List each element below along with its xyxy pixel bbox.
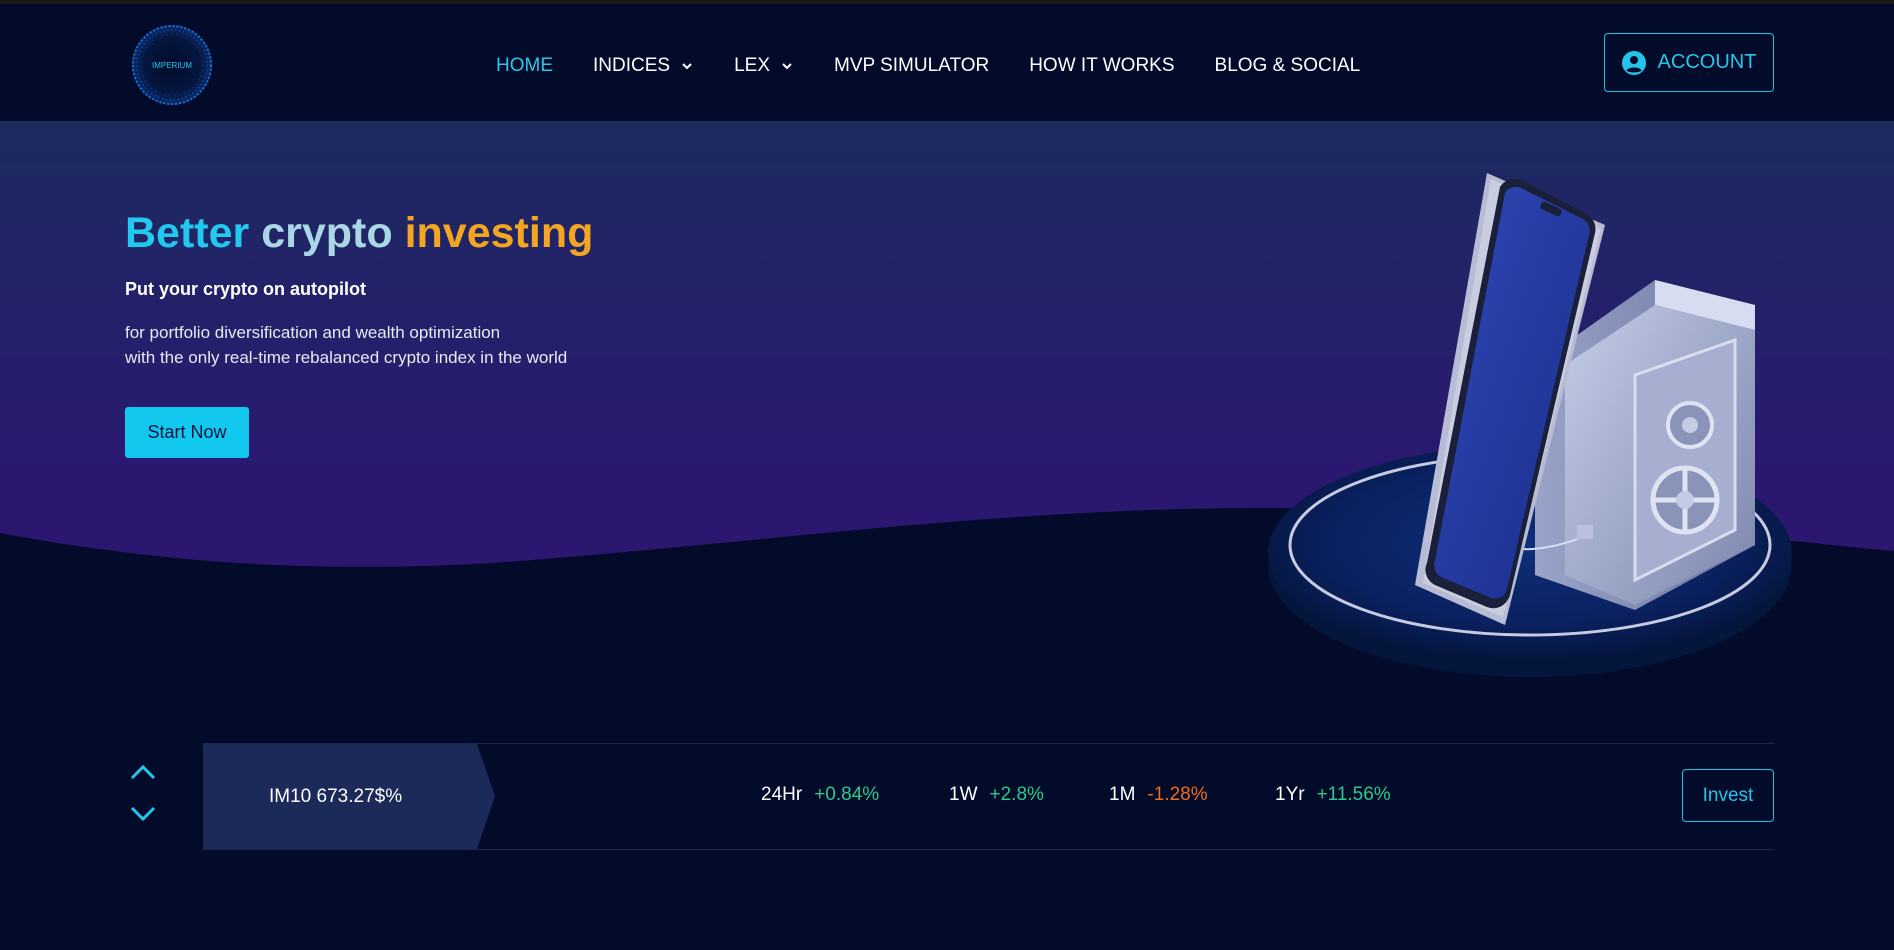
stat-1w: 1W +2.8%	[949, 784, 1044, 805]
svg-text:IMPERIUM: IMPERIUM	[152, 61, 192, 70]
arrow-up-icon[interactable]	[129, 762, 157, 782]
start-now-button[interactable]: Start Now	[125, 407, 249, 458]
index-ticker: IM10 673.27$% 24Hr +0.84% 1W +2.8% 1M -1.28…	[203, 743, 1774, 850]
chevron-down-icon	[682, 63, 692, 70]
nav-mvp-simulator[interactable]: MVP SIMULATOR	[834, 55, 989, 77]
hero-title: Better crypto investing	[125, 209, 594, 257]
ticker-index-name: IM10 673.27$%	[203, 744, 495, 849]
arrow-down-icon[interactable]	[129, 804, 157, 824]
main-nav: HOME INDICES LEX MVP SIMULATOR HOW IT WO…	[496, 46, 1400, 86]
account-button[interactable]: ACCOUNT	[1604, 33, 1774, 92]
site-header: IMPERIUM HOME INDICES LEX MVP SIMULATOR …	[0, 4, 1894, 121]
user-circle-icon	[1621, 50, 1646, 75]
invest-button[interactable]: Invest	[1682, 769, 1774, 822]
nav-indices[interactable]: INDICES	[593, 55, 694, 77]
nav-home[interactable]: HOME	[496, 55, 553, 77]
nav-how-it-works[interactable]: HOW IT WORKS	[1029, 55, 1174, 77]
logo[interactable]: IMPERIUM	[129, 22, 215, 108]
hero-subtitle: Put your crypto on autopilot	[125, 279, 366, 299]
stat-1m: 1M -1.28%	[1109, 784, 1208, 805]
nav-blog-social[interactable]: BLOG & SOCIAL	[1215, 55, 1361, 77]
nav-lex[interactable]: LEX	[734, 55, 794, 77]
chevron-down-icon	[782, 63, 792, 70]
stat-1yr: 1Yr +11.56%	[1275, 784, 1391, 805]
hero-description: for portfolio diversification and wealth…	[125, 323, 568, 367]
phone-safe-illustration	[1268, 173, 1792, 677]
stat-24hr: 24Hr +0.84%	[761, 784, 880, 805]
account-label: ACCOUNT	[1657, 51, 1757, 73]
